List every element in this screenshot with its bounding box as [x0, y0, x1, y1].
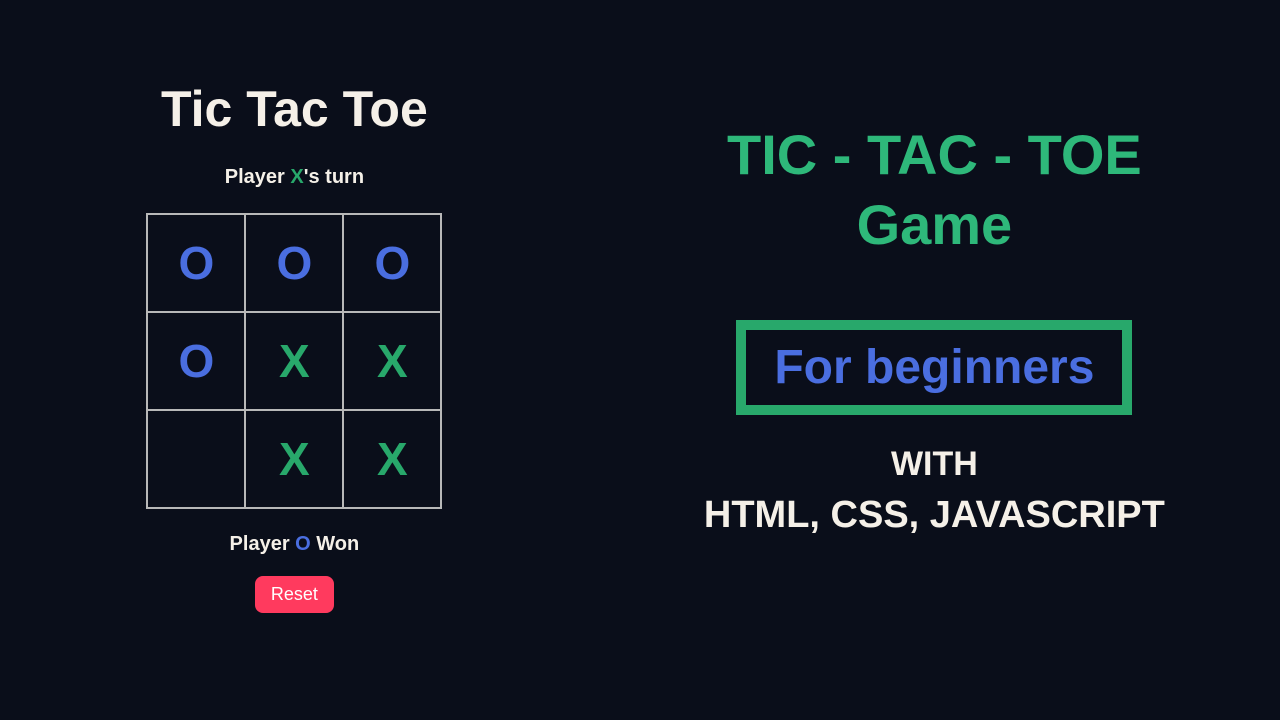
cell-2[interactable]: O: [343, 214, 441, 312]
beginners-badge: For beginners: [736, 320, 1132, 415]
status-player: O: [295, 533, 311, 555]
tech-list: HTML, CSS, JAVASCRIPT: [704, 494, 1165, 537]
cell-5[interactable]: X: [343, 312, 441, 410]
turn-indicator: Player X's turn: [225, 166, 364, 189]
cell-6[interactable]: [147, 410, 245, 508]
promo-panel: TIC - TAC - TOE Game For beginners WITH …: [589, 0, 1280, 720]
with-label: WITH: [891, 445, 978, 484]
promo-title-line2: Game: [857, 193, 1013, 256]
promo-title-line1: TIC - TAC - TOE: [727, 123, 1142, 186]
cell-3[interactable]: O: [147, 312, 245, 410]
cell-8[interactable]: X: [343, 410, 441, 508]
promo-title: TIC - TAC - TOE Game: [727, 120, 1142, 260]
turn-player: X: [290, 166, 303, 188]
cell-0[interactable]: O: [147, 214, 245, 312]
game-status: Player O Won: [230, 533, 360, 556]
turn-prefix: Player: [225, 166, 291, 188]
game-title: Tic Tac Toe: [161, 80, 428, 138]
badge-text: For beginners: [774, 340, 1094, 395]
cell-1[interactable]: O: [245, 214, 343, 312]
reset-button[interactable]: Reset: [255, 576, 334, 613]
status-suffix: Won: [311, 533, 360, 555]
cell-7[interactable]: X: [245, 410, 343, 508]
cell-4[interactable]: X: [245, 312, 343, 410]
game-panel: Tic Tac Toe Player X's turn O O O O X X …: [0, 0, 589, 720]
game-board: O O O O X X X X: [146, 213, 442, 509]
turn-suffix: 's turn: [304, 166, 364, 188]
status-prefix: Player: [230, 533, 296, 555]
